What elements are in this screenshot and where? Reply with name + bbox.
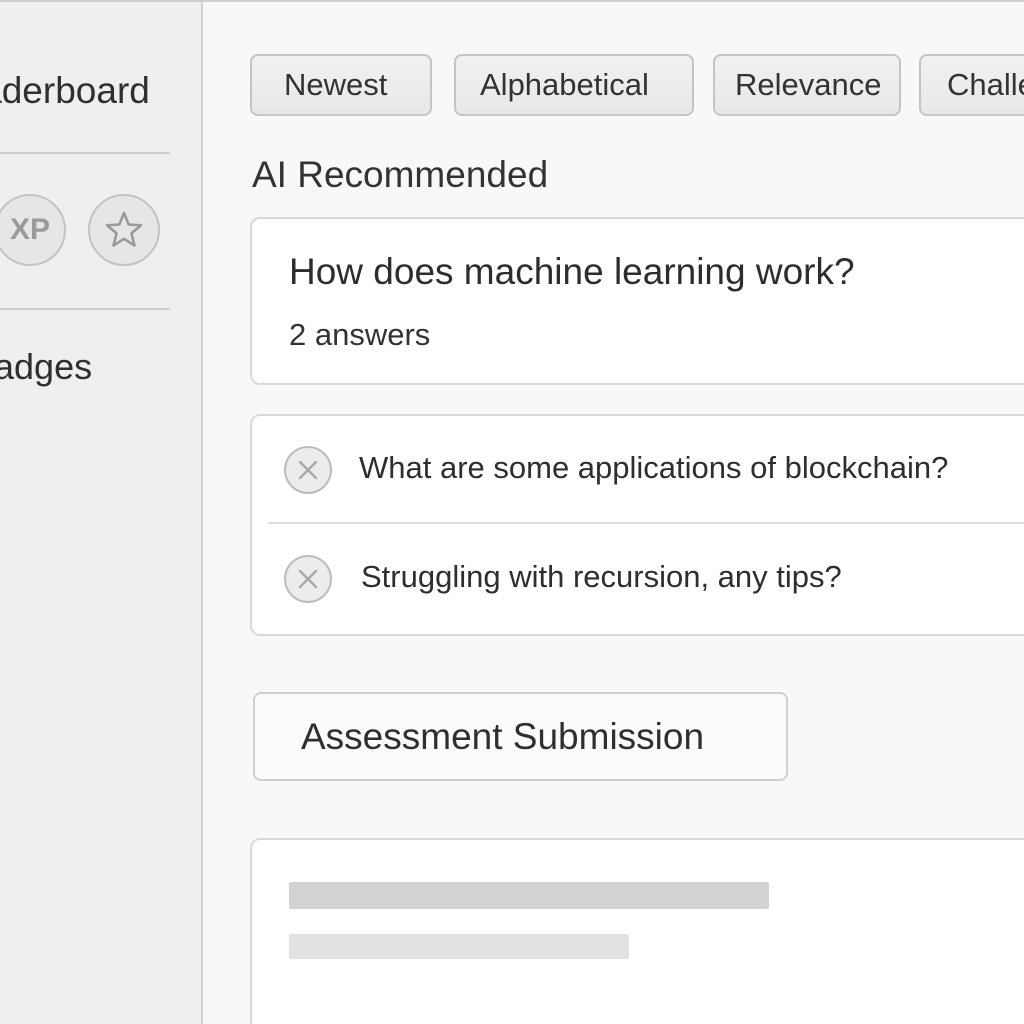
- main-content: Newest Alphabetical Relevance Challenge …: [203, 2, 1024, 1024]
- featured-question-card[interactable]: How does machine learning work? 2 answer…: [250, 217, 1024, 385]
- filter-newest[interactable]: Newest: [250, 54, 432, 116]
- star-glyph: [105, 211, 143, 247]
- close-circle-icon[interactable]: [284, 446, 332, 494]
- sidebar-divider: [0, 152, 170, 154]
- assessment-submission-button[interactable]: Assessment Submission: [253, 692, 788, 781]
- answer-count: 2 answers: [289, 317, 431, 352]
- question-text[interactable]: What are some applications of blockchain…: [359, 450, 948, 486]
- xp-icon-label: XP: [9, 213, 51, 246]
- close-circle-icon[interactable]: [284, 555, 332, 603]
- close-glyph: [298, 460, 318, 480]
- loading-placeholder-card: [250, 838, 1024, 1024]
- xp-icon[interactable]: XP: [0, 194, 66, 266]
- close-glyph: [298, 569, 318, 589]
- question-list: What are some applications of blockchain…: [250, 414, 1024, 636]
- skeleton-line: [289, 882, 769, 909]
- list-item[interactable]: What are some applications of blockchain…: [252, 416, 1024, 524]
- skeleton-line: [289, 934, 629, 959]
- sidebar-divider: [0, 308, 170, 310]
- star-icon[interactable]: [88, 194, 160, 266]
- filter-challenge[interactable]: Challenge: [919, 54, 1024, 116]
- section-title: AI Recommended: [252, 154, 549, 195]
- list-item[interactable]: Struggling with recursion, any tips?: [252, 524, 1024, 632]
- sidebar: Leaderboard XP Badges: [0, 2, 203, 1024]
- filter-relevance[interactable]: Relevance: [713, 54, 901, 116]
- question-title[interactable]: How does machine learning work?: [289, 251, 855, 293]
- question-text[interactable]: Struggling with recursion, any tips?: [361, 559, 842, 595]
- sidebar-item-badges[interactable]: Badges: [0, 346, 92, 388]
- filter-alphabetical[interactable]: Alphabetical: [454, 54, 694, 116]
- sidebar-item-leaderboard[interactable]: Leaderboard: [0, 70, 150, 112]
